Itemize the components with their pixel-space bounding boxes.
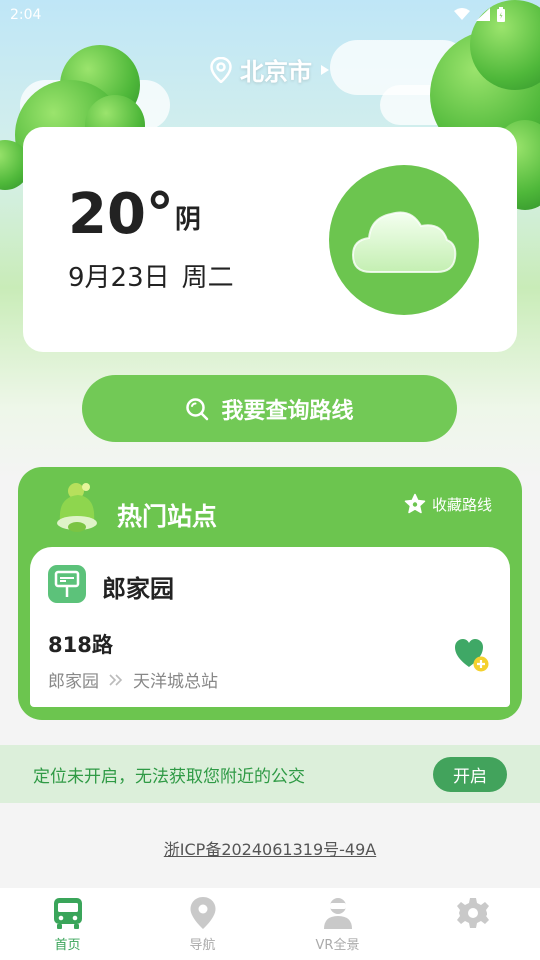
cloud-icon — [351, 211, 457, 273]
nav-settings[interactable] — [405, 888, 540, 960]
location-notice-text: 定位未开启，无法获取您附近的公交 — [33, 766, 305, 787]
date-line: 9月23日 周二 — [68, 257, 234, 294]
favorite-routes-label: 收藏路线 — [431, 495, 492, 514]
route-to: 天洋城总站 — [133, 672, 218, 692]
search-icon — [186, 397, 209, 420]
vr-person-icon — [323, 898, 352, 929]
location-pin-icon — [210, 56, 232, 83]
nav-navigation[interactable]: 导航 — [135, 888, 270, 960]
status-bar: 2:04 — [0, 0, 540, 32]
enable-location-button[interactable]: 开启 — [433, 757, 507, 792]
bus-icon — [53, 898, 82, 929]
bell-icon — [57, 483, 97, 532]
add-favorite-heart-icon[interactable] — [454, 637, 490, 673]
hot-stations-panel: 热门站点 收藏路线 郎家园 818路 郎家园 天洋城总站 — [18, 467, 522, 720]
battery-icon — [497, 7, 505, 22]
weather-icon-circle — [329, 165, 479, 315]
status-icons — [454, 7, 506, 22]
query-route-button[interactable]: 我要查询路线 — [82, 375, 457, 442]
station-name: 郎家园 — [102, 575, 174, 603]
nav-navigation-label: 导航 — [189, 938, 216, 953]
star-icon — [404, 493, 426, 514]
status-time: 2:04 — [10, 7, 42, 23]
nav-home-label: 首页 — [54, 938, 81, 953]
query-route-label: 我要查询路线 — [221, 398, 354, 424]
city-name: 北京市 — [240, 58, 312, 86]
route-path: 郎家园 天洋城总站 — [48, 667, 218, 692]
icp-link[interactable]: 浙ICP备2024061319号-49A — [0, 836, 540, 860]
station-card[interactable]: 郎家园 818路 郎家园 天洋城总站 — [30, 547, 510, 707]
bottom-nav: 首页 导航 VR全景 — [0, 888, 540, 960]
nav-vr-label: VR全景 — [315, 938, 360, 953]
weather-card: 20° 阴 9月23日 周二 — [23, 127, 517, 352]
bus-stop-sign-icon — [48, 565, 86, 603]
nav-vr[interactable]: VR全景 — [270, 888, 405, 960]
signal-icon — [476, 8, 490, 21]
wifi-icon — [454, 8, 470, 20]
location-pin-icon — [190, 897, 215, 929]
hot-stations-title: 热门站点 — [117, 502, 218, 531]
route-number: 818路 — [48, 633, 113, 657]
temperature: 20° — [68, 182, 174, 247]
nav-home[interactable]: 首页 — [0, 888, 135, 960]
location-notice: 定位未开启，无法获取您附近的公交 开启 — [0, 745, 540, 803]
caret-right-icon — [321, 64, 329, 75]
favorite-routes-link[interactable]: 收藏路线 — [404, 493, 492, 515]
location-selector[interactable]: 北京市 — [0, 52, 540, 87]
double-chevron-right-icon — [109, 673, 123, 686]
date: 9月23日 — [68, 263, 170, 293]
weather-condition: 阴 — [175, 205, 202, 235]
route-from: 郎家园 — [48, 672, 99, 692]
weekday: 周二 — [181, 263, 234, 293]
gear-icon — [456, 898, 489, 928]
